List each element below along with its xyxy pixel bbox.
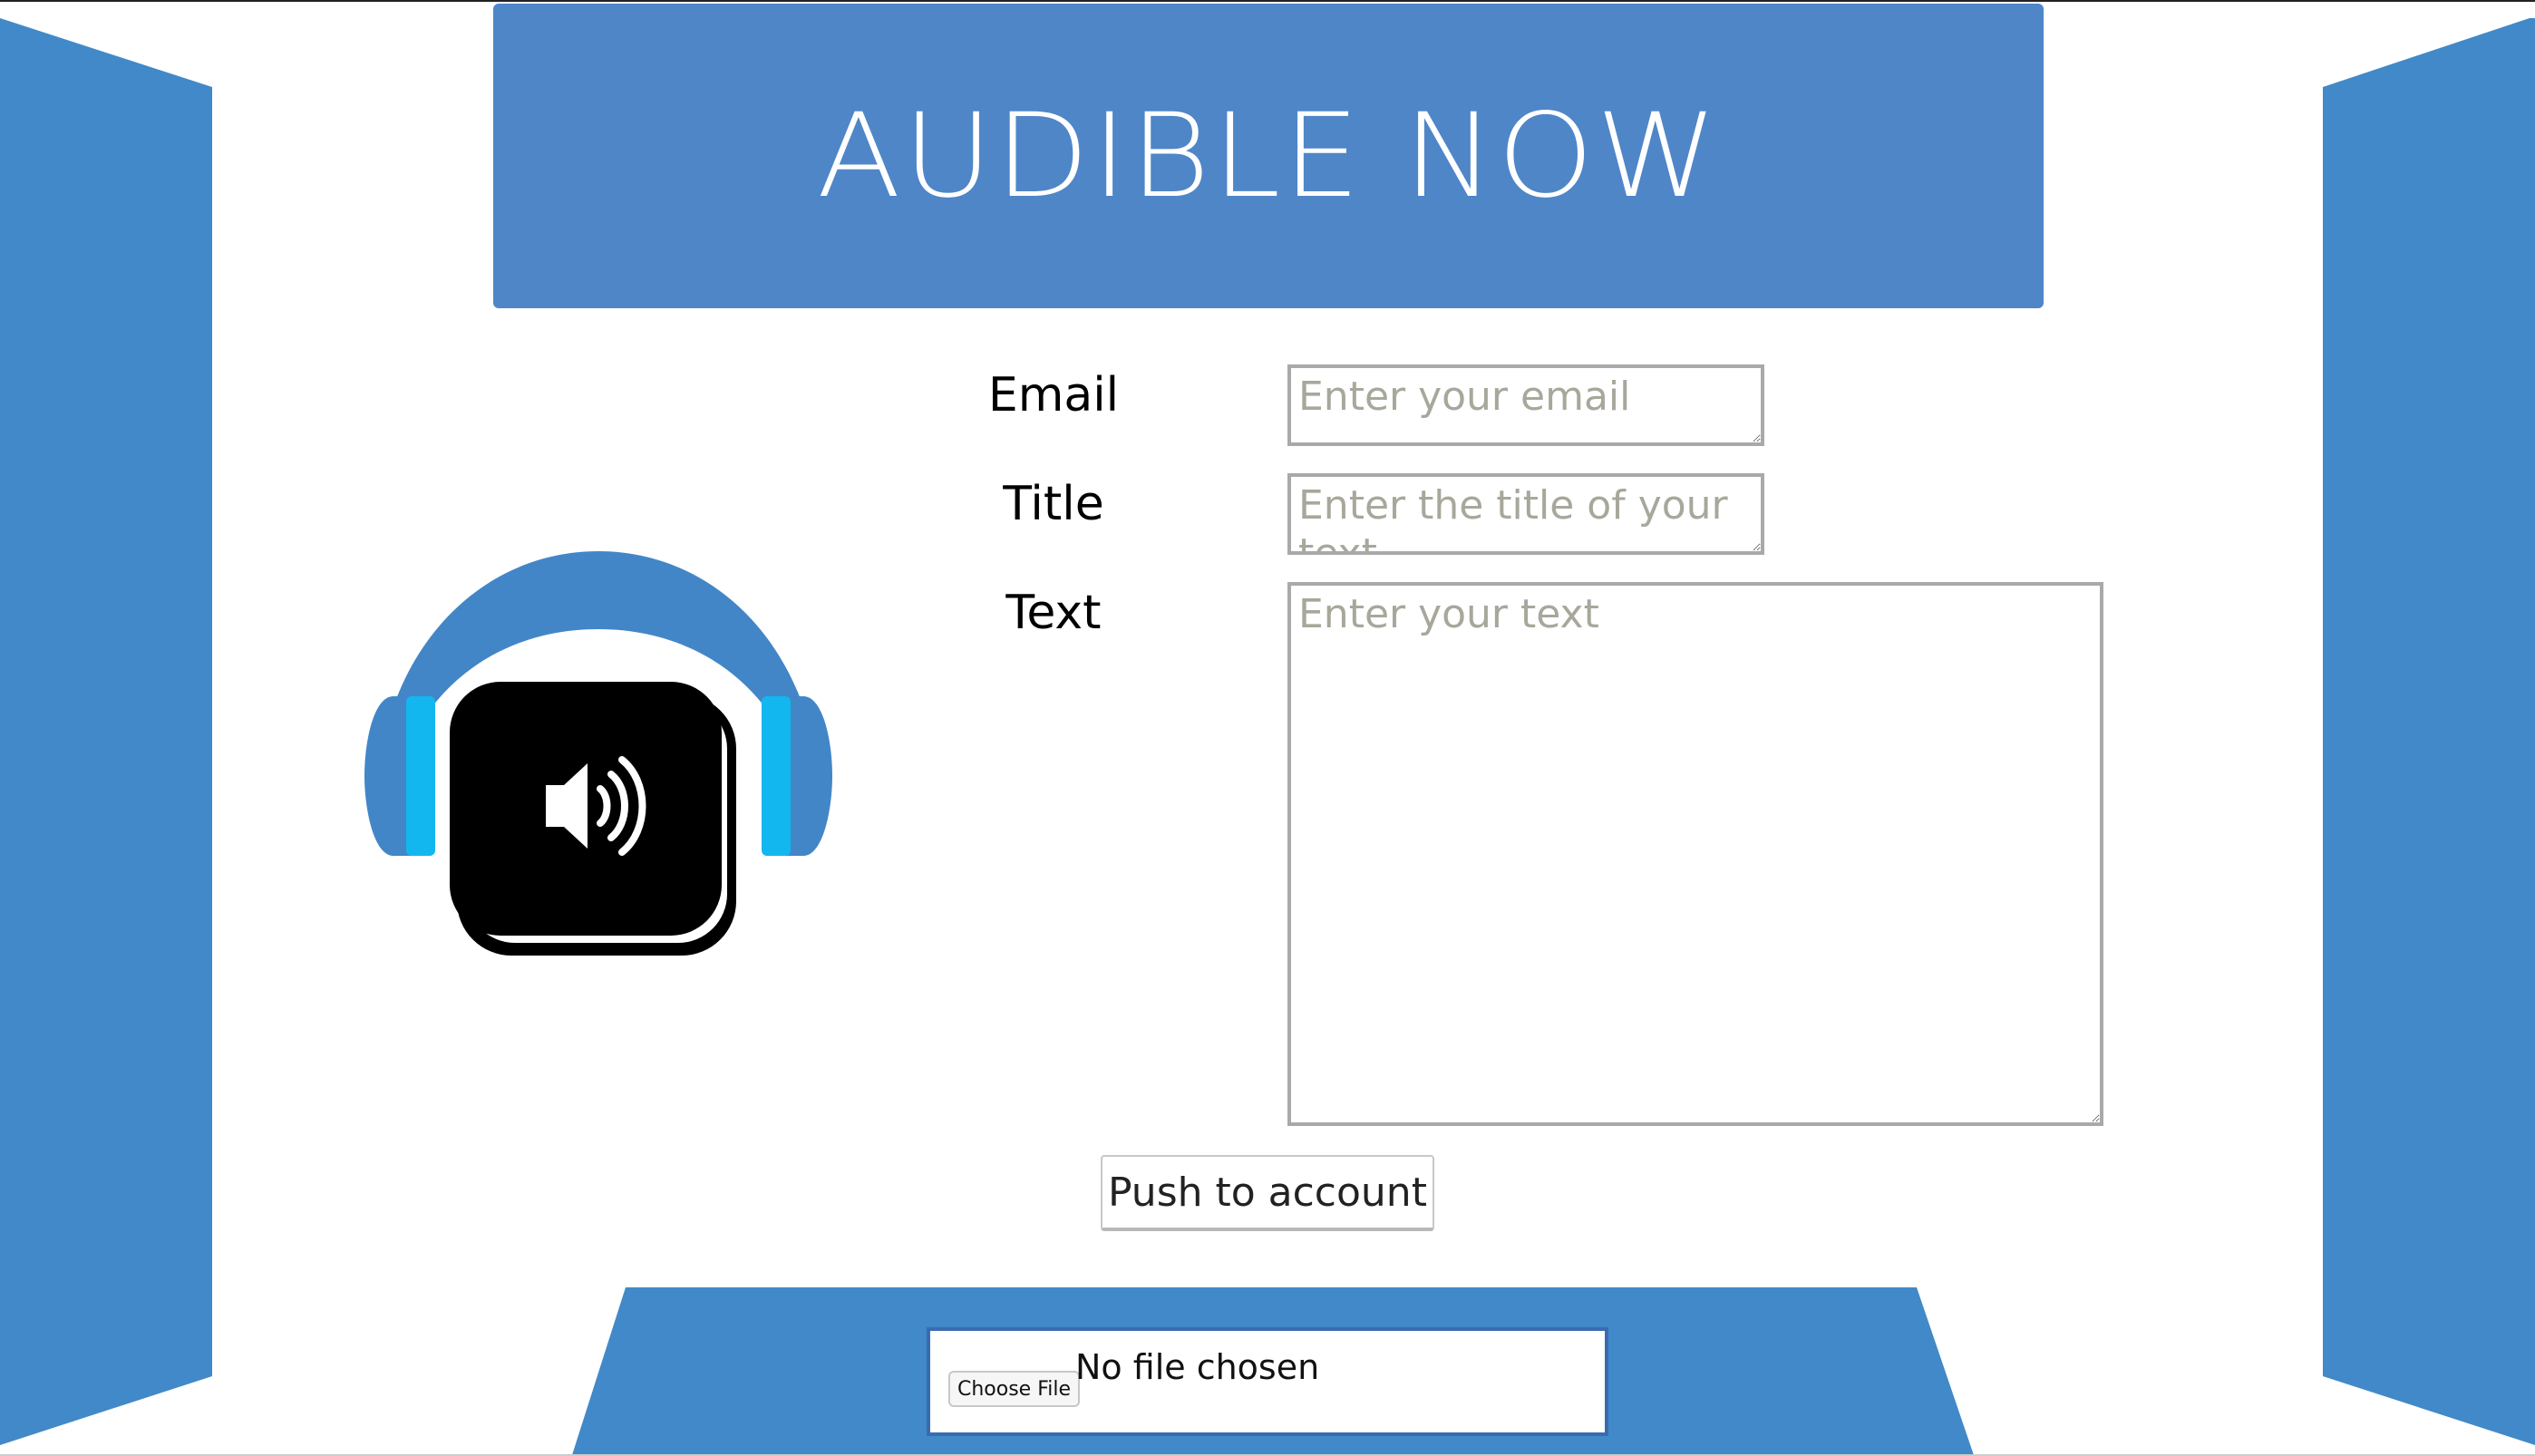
text-label: Text: [1005, 586, 1102, 640]
file-upload: Choose File No file chosen: [927, 1327, 1608, 1436]
page: AUDIBLE NOW Email Title Text Push to acc…: [0, 0, 2535, 1456]
file-status: No file chosen: [1075, 1347, 1320, 1387]
text-field[interactable]: [1287, 582, 2103, 1126]
page-title: AUDIBLE NOW: [817, 88, 1720, 224]
push-to-account-button[interactable]: Push to account: [1101, 1155, 1434, 1231]
choose-file-button[interactable]: Choose File: [948, 1371, 1081, 1407]
title-label: Title: [1003, 477, 1104, 531]
left-side-panel: [0, 18, 212, 1445]
header-banner: AUDIBLE NOW: [493, 4, 2044, 308]
email-label: Email: [987, 368, 1120, 422]
title-field[interactable]: [1287, 473, 1764, 555]
right-side-panel: [2323, 18, 2535, 1445]
headphones-speaker-icon: [364, 551, 832, 956]
email-field[interactable]: [1287, 364, 1764, 446]
